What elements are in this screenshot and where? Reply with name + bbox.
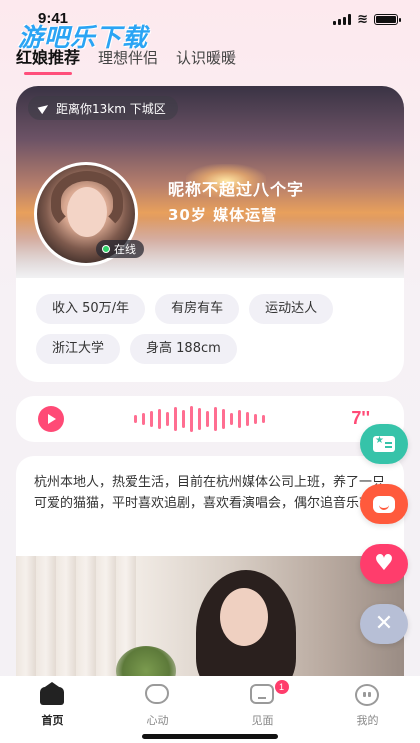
waveform-bar — [214, 407, 217, 431]
nav-label-mine: 我的 — [356, 714, 379, 727]
waveform-bar — [174, 407, 177, 431]
status-icons: ≋ — [333, 12, 401, 27]
profile-card[interactable]: 距离你13km 下城区 在线 昵称不超过八个字 30岁 媒体运营 收入 50万/… — [16, 86, 404, 382]
heartbeat-icon — [144, 684, 169, 704]
nav-item-heartbeat[interactable]: 心动 — [118, 676, 198, 743]
nav-item-mine[interactable]: 我的 — [328, 676, 408, 743]
nav-item-meet[interactable]: 1 见面 — [223, 676, 303, 743]
tag-sports: 运动达人 — [249, 294, 334, 324]
online-status-badge: 在线 — [96, 240, 144, 258]
tag-income: 收入 50万/年 — [36, 294, 146, 324]
waveform-bar — [254, 414, 257, 424]
waveform-bar — [142, 413, 145, 425]
waveform-bar — [222, 409, 225, 429]
bottom-nav: 首页 心动 1 见面 我的 — [0, 676, 420, 743]
wifi-icon: ≋ — [357, 12, 368, 27]
waveform-bar — [262, 415, 265, 423]
tab-meet-nuannuan[interactable]: 认识暖暖 — [176, 47, 236, 75]
waveform-bar — [238, 410, 241, 428]
notification-badge: 1 — [274, 680, 289, 694]
waveform-bar — [198, 408, 201, 430]
location-arrow-icon — [38, 102, 50, 114]
waveform-bar — [150, 411, 153, 427]
online-label: 在线 — [114, 243, 136, 256]
online-dot-icon — [102, 245, 110, 253]
profile-photo[interactable] — [16, 556, 404, 696]
waveform-bar — [158, 409, 161, 429]
nav-label-heartbeat: 心动 — [146, 714, 169, 727]
bio-card: 杭州本地人，热爱生活，目前在杭州媒体公司上班，养了一只可爱的猫猫，平时喜欢追剧，… — [16, 456, 404, 696]
signal-icon — [333, 14, 352, 25]
home-icon — [39, 682, 64, 705]
nav-label-home: 首页 — [41, 714, 64, 727]
like-button[interactable]: ♥ — [360, 544, 408, 584]
heart-icon: ♥ — [374, 551, 394, 576]
profile-nickname: 昵称不超过八个字 — [168, 180, 305, 199]
waveform-bar — [246, 412, 249, 426]
profile-age-job: 30岁 媒体运营 — [168, 206, 278, 224]
profile-hero-image: 距离你13km 下城区 在线 昵称不超过八个字 30岁 媒体运营 — [16, 86, 404, 278]
waveform-bar — [206, 411, 209, 427]
waveform-bar — [182, 410, 185, 428]
voice-intro-card[interactable]: 7'' — [16, 396, 404, 442]
voice-duration: 7'' — [351, 408, 370, 428]
watermark-logo: 游吧乐下载 — [18, 23, 149, 52]
chat-button[interactable] — [360, 484, 408, 524]
profile-icon — [354, 684, 379, 706]
waveform-bar — [166, 412, 169, 426]
voice-waveform — [134, 404, 265, 434]
tag-university: 浙江大学 — [36, 334, 121, 364]
close-icon: ✕ — [374, 611, 394, 636]
battery-icon — [374, 14, 401, 25]
meet-icon — [249, 684, 274, 704]
distance-pill: 距离你13km 下城区 — [28, 96, 178, 120]
play-button[interactable] — [38, 406, 64, 432]
tag-height: 身高 188cm — [130, 334, 237, 364]
waveform-bar — [190, 406, 193, 432]
distance-text: 距离你13km 下城区 — [56, 101, 166, 116]
tag-house-car: 有房有车 — [155, 294, 240, 324]
profile-card-button[interactable] — [360, 424, 408, 464]
waveform-bar — [230, 413, 233, 425]
nav-label-meet: 见面 — [251, 714, 274, 727]
nav-item-home[interactable]: 首页 — [13, 676, 93, 743]
dismiss-button[interactable]: ✕ — [360, 604, 408, 644]
card-icon — [373, 435, 395, 452]
bio-text: 杭州本地人，热爱生活，目前在杭州媒体公司上班，养了一只可爱的猫猫，平时喜欢追剧，… — [34, 475, 386, 511]
waveform-bar — [134, 415, 137, 423]
chat-icon — [373, 495, 395, 513]
home-indicator — [142, 734, 278, 739]
profile-tags: 收入 50万/年 有房有车 运动达人 浙江大学 身高 188cm — [36, 294, 396, 364]
